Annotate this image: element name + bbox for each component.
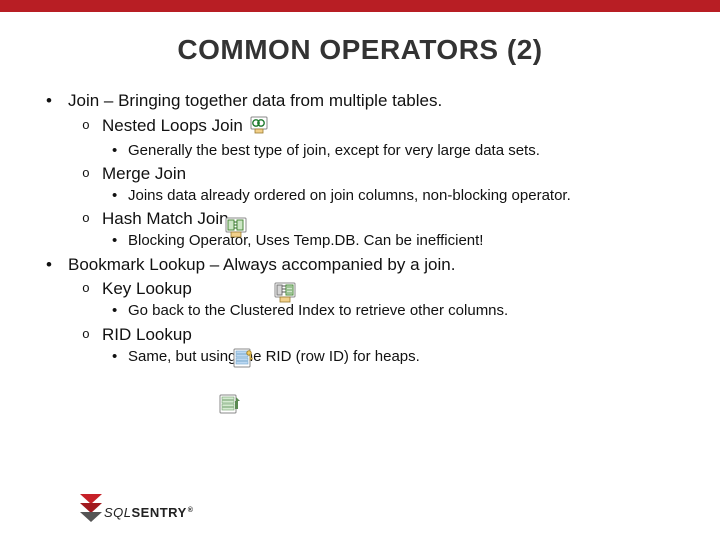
bullet-rid-sub-text: Same, but using the RID (row ID) for hea…: [128, 348, 420, 365]
bullet-key-lookup: Key Lookup: [80, 278, 680, 301]
bullet-hash-match: Hash Match Join: [80, 208, 680, 231]
bullet-bookmark-text: Bookmark Lookup – Always accompanied by …: [68, 255, 455, 274]
bullet-hash-sub: Blocking Operator, Uses Temp.DB. Can be …: [108, 231, 680, 251]
bullet-key-lookup-text: Key Lookup: [102, 279, 192, 298]
bullet-key-sub-text: Go back to the Clustered Index to retrie…: [128, 302, 508, 319]
merge-join-icon: [225, 216, 247, 243]
logo-mark-icon: [80, 494, 102, 522]
accent-bar: [0, 0, 720, 12]
logo-sentry: SENTRY: [132, 505, 187, 520]
hash-match-icon: [274, 281, 296, 308]
slide-body: Join – Bringing together data from multi…: [0, 90, 720, 367]
bullet-nested-sub-text: Generally the best type of join, except …: [128, 142, 540, 159]
bullet-key-sub: Go back to the Clustered Index to retrie…: [108, 301, 680, 321]
bullet-rid-lookup-text: RID Lookup: [102, 325, 192, 344]
logo-reg: ®: [188, 507, 194, 514]
slide: COMMON OPERATORS (2) Join – Bringing tog…: [0, 0, 720, 540]
bullet-bookmark: Bookmark Lookup – Always accompanied by …: [40, 254, 680, 277]
bullet-merge-sub: Joins data already ordered on join colum…: [108, 186, 680, 206]
nested-loops-icon: [250, 116, 268, 141]
logo-sql: SQL: [104, 505, 132, 520]
bullet-rid-lookup: RID Lookup: [80, 324, 680, 347]
bullet-nested-loops: Nested Loops Join: [80, 115, 680, 141]
bullet-nested-loops-text: Nested Loops Join: [102, 116, 243, 135]
bullet-merge-join: Merge Join: [80, 163, 680, 186]
bullet-join: Join – Bringing together data from multi…: [40, 90, 680, 113]
logo-text: SQLSENTRY®: [104, 505, 193, 522]
bullet-hash-sub-text: Blocking Operator, Uses Temp.DB. Can be …: [128, 232, 483, 249]
bullet-merge-join-text: Merge Join: [102, 164, 186, 183]
slide-title: COMMON OPERATORS (2): [0, 34, 720, 66]
bullet-join-text: Join – Bringing together data from multi…: [68, 91, 442, 110]
sqlsentry-logo: SQLSENTRY®: [80, 494, 193, 522]
bullet-hash-match-text: Hash Match Join: [102, 209, 229, 228]
bullet-nested-sub: Generally the best type of join, except …: [108, 141, 680, 161]
bullet-rid-sub: Same, but using the RID (row ID) for hea…: [108, 347, 680, 367]
rid-lookup-icon: [218, 393, 242, 422]
bullet-merge-sub-text: Joins data already ordered on join colum…: [128, 187, 571, 204]
key-lookup-icon: [232, 347, 256, 376]
